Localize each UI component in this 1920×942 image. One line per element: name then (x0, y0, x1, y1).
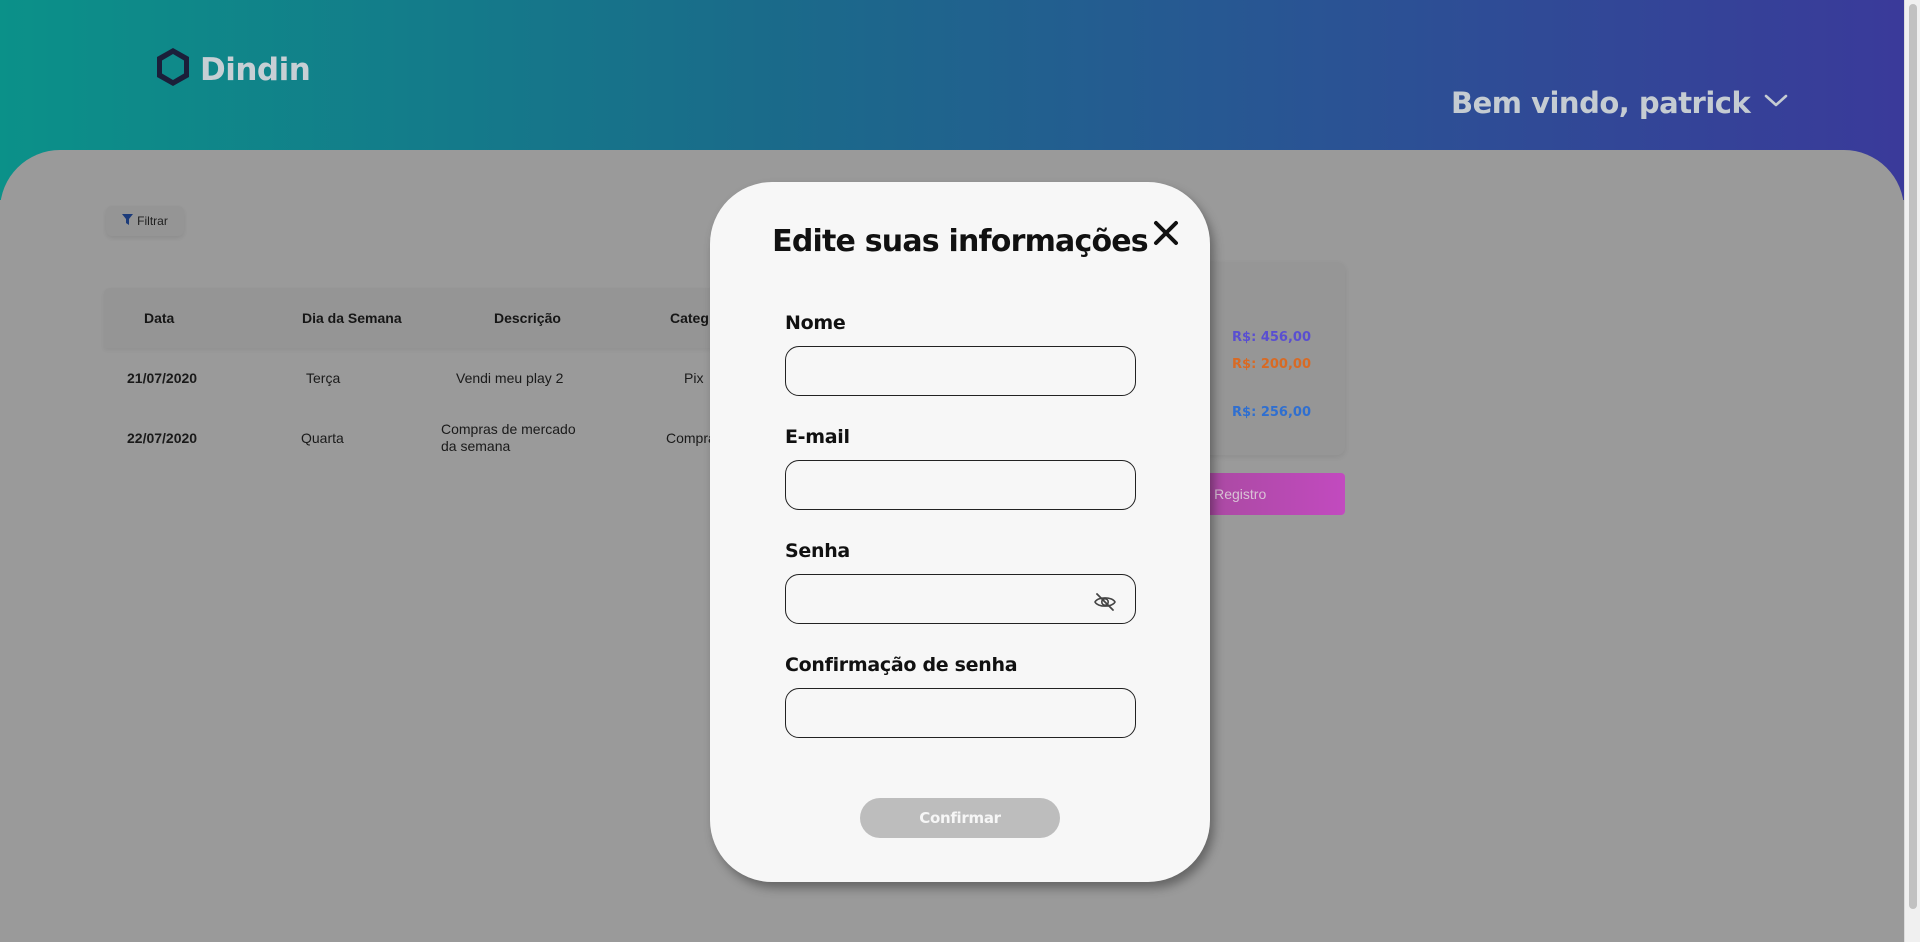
row-description-line2: da semana (441, 438, 511, 454)
summary-balance-value: R$: 256,00 (1232, 405, 1311, 420)
row-description: Vendi meu play 2 (456, 370, 564, 386)
column-header-date[interactable]: Data (144, 310, 174, 326)
confirm-button[interactable]: Confirmar (860, 798, 1060, 838)
row-category: Pix (684, 370, 704, 386)
app-root: Dindin Bem vindo, patrick Filtrar Data D… (0, 0, 1904, 942)
password-confirm-field[interactable] (785, 688, 1136, 738)
password-label: Senha (785, 540, 850, 562)
summary-income-value: R$: 456,00 (1232, 330, 1311, 345)
user-menu[interactable]: Bem vindo, patrick (1451, 86, 1788, 120)
email-field[interactable] (785, 460, 1136, 510)
close-icon[interactable] (1151, 218, 1181, 248)
row-weekday: Quarta (301, 430, 344, 446)
row-description: Compras de mercado (441, 421, 576, 437)
summary-expense-value: R$: 200,00 (1232, 357, 1311, 372)
column-header-description[interactable]: Descrição (494, 310, 561, 326)
row-date: 21/07/2020 (127, 370, 198, 386)
welcome-text: Bem vindo, patrick (1451, 86, 1751, 120)
name-field[interactable] (785, 346, 1136, 396)
password-confirm-label: Confirmação de senha (785, 654, 1018, 676)
row-date: 22/07/2020 (127, 430, 198, 446)
filter-button[interactable]: Filtrar (106, 206, 184, 236)
column-header-weekday[interactable]: Dia da Semana (302, 310, 402, 326)
filter-label: Filtrar (137, 214, 168, 228)
row-category: Compra (666, 430, 716, 446)
vertical-scrollbar[interactable] (1904, 0, 1920, 942)
chevron-down-icon[interactable] (1764, 94, 1788, 113)
table-header: Data Dia da Semana Descrição Categ (104, 288, 744, 348)
hexagon-logo-icon (154, 46, 192, 93)
name-label: Nome (785, 312, 846, 334)
edit-profile-modal: Edite suas informações Nome E-mail Senha… (710, 182, 1210, 882)
eye-slash-icon[interactable] (1093, 590, 1117, 614)
email-label: E-mail (785, 426, 850, 448)
password-field[interactable] (785, 574, 1136, 624)
column-header-category[interactable]: Categ (670, 310, 709, 326)
modal-title: Edite suas informações (772, 224, 1149, 259)
funnel-icon (122, 214, 134, 228)
brand-name: Dindin (200, 51, 311, 88)
row-weekday: Terça (306, 370, 341, 386)
scrollbar-thumb[interactable] (1909, 4, 1917, 909)
brand-logo: Dindin (154, 46, 311, 93)
